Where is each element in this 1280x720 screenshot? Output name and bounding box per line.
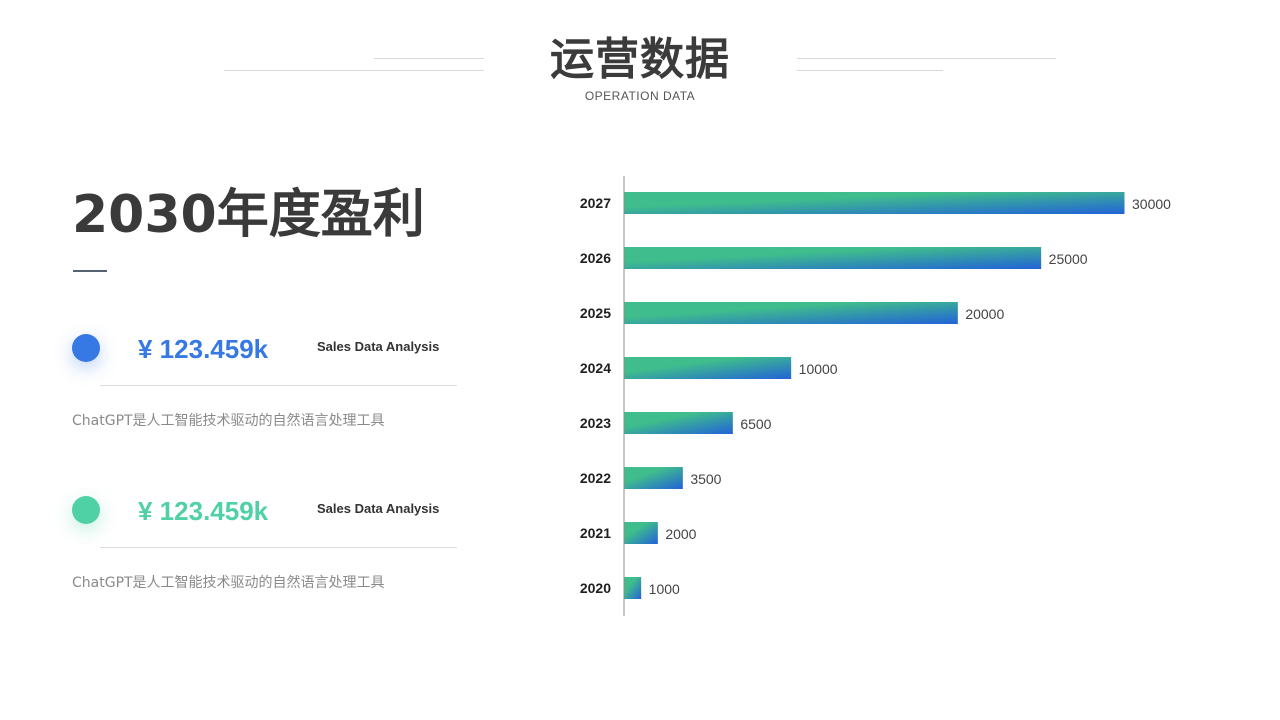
stat-value: ¥ 123.459k [138,334,269,364]
bar-value-label: 25000 [1049,251,1088,267]
heading-underline [73,270,107,272]
category-tick-label: 2027 [580,195,611,211]
stat-value: ¥ 123.459k [138,496,269,526]
category-tick-label: 2021 [580,525,611,541]
stat-block-1: ¥ 123.459k Sales Data Analysis ChatGPT是人… [72,330,457,440]
bar [624,467,683,489]
bar-value-label: 6500 [740,416,771,432]
page-subtitle: OPERATION DATA [584,89,696,103]
bar-value-label: 2000 [665,526,696,542]
stat-divider [100,547,457,548]
stat-dot-icon [72,334,100,362]
bar-value-label: 30000 [1132,196,1171,212]
category-tick-label: 2023 [580,415,611,431]
bar [624,302,958,324]
page-title: 运营数据 [550,34,730,85]
stat-divider [100,385,457,386]
bar [624,192,1125,214]
bar-value-label: 1000 [649,581,680,597]
category-tick-label: 2022 [580,470,611,486]
bar-value-label: 20000 [965,306,1004,322]
stat-caption: Sales Data Analysis [317,339,440,354]
stat-description: ChatGPT是人工智能技术驱动的自然语言处理工具 [72,413,385,429]
bars-layer: 2027 30000 2026 25000 2025 20000 2024 10000 2023… [580,192,1171,599]
category-tick-label: 2020 [580,580,611,596]
bar [624,522,658,544]
bar-chart-svg: 2027 30000 2026 25000 2025 20000 2024 10000 2023… [580,176,1171,616]
stat-caption: Sales Data Analysis [317,501,440,516]
bar [624,357,792,379]
bar-value-label: 3500 [690,471,721,487]
profit-bar-chart: 2027 30000 2026 25000 2025 20000 2024 10000 2023… [560,170,1260,620]
profit-heading: 2030年度盈利 [72,185,425,245]
stat-description: ChatGPT是人工智能技术驱动的自然语言处理工具 [72,575,385,591]
bar [624,412,733,434]
bar-value-label: 10000 [799,361,838,377]
stat-block-2: ¥ 123.459k Sales Data Analysis ChatGPT是人… [72,492,457,602]
category-tick-label: 2026 [580,250,611,266]
stat-dot-icon [72,496,100,524]
category-tick-label: 2024 [580,360,611,376]
bar [624,577,642,599]
bar [624,247,1042,269]
category-tick-label: 2025 [580,305,611,321]
